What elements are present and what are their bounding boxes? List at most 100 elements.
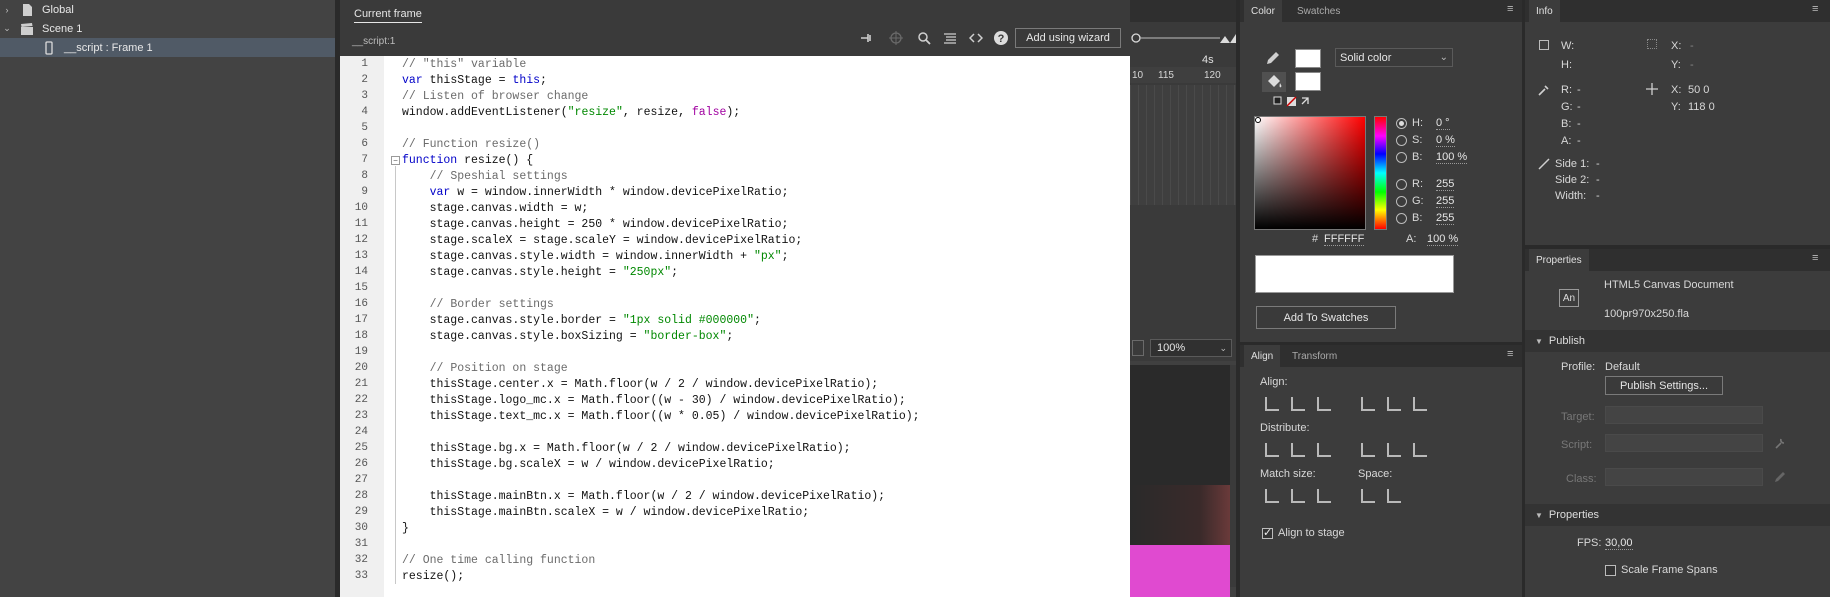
code-line[interactable]: thisStage.bg.x = Math.floor(w / 2 / wind… [402,442,851,455]
chevron-down-icon[interactable]: ⌄ [1219,343,1227,354]
registration-point-icon[interactable] [1539,40,1549,50]
align-bottom-icon[interactable] [1410,395,1428,411]
saturation-brightness-picker[interactable] [1254,116,1366,230]
match-width-icon[interactable] [1262,487,1280,503]
publish-settings-button[interactable]: Publish Settings... [1605,376,1723,395]
hsb-radio[interactable] [1396,118,1407,129]
tab-info[interactable]: Info [1529,0,1560,22]
distribute-center-v-icon[interactable] [1288,441,1306,457]
align-top-icon[interactable] [1358,395,1376,411]
hsb-value[interactable]: 100 % [1436,151,1468,164]
distribute-bottom-icon[interactable] [1314,441,1332,457]
space-horizontal-icon[interactable] [1384,487,1402,503]
code-line[interactable]: thisStage.mainBtn.scaleX = w / window.de… [402,506,810,519]
hsb-radio[interactable] [1396,135,1407,146]
hsb-radio[interactable] [1396,152,1407,163]
collapse-arrow-icon[interactable]: ▼ [1535,511,1543,520]
publish-section-header[interactable]: ▼ Publish [1525,330,1830,352]
code-line[interactable]: // Function resize() [402,138,540,151]
hsb-value[interactable]: 0 ° [1436,117,1450,130]
space-vertical-icon[interactable] [1358,487,1376,503]
code-line[interactable]: thisStage.logo_mc.x = Math.floor((w - 30… [402,394,906,407]
code-editor[interactable]: 1 2 3 4 5 6 7 8 9 10 11 12 13 14 15 16 17 18 19 20 21 22 23 24 2… [340,56,1130,597]
code-line[interactable]: stage.canvas.style.border = "1px solid #… [402,314,761,327]
code-line[interactable]: thisStage.center.x = Math.floor(w / 2 / … [402,378,879,391]
fill-color-swatch[interactable] [1295,72,1321,91]
stage-option-icon[interactable] [1132,340,1144,356]
add-to-swatches-button[interactable]: Add To Swatches [1256,306,1396,329]
target-dropdown[interactable] [1605,406,1763,424]
panel-divider[interactable] [335,0,340,597]
tab-swatches[interactable]: Swatches [1290,0,1347,22]
hsb-value[interactable]: 0 % [1436,134,1455,147]
distribute-center-h-icon[interactable] [1384,441,1402,457]
distribute-top-icon[interactable] [1262,441,1280,457]
code-line[interactable]: stage.scaleX = stage.scaleY = window.dev… [402,234,803,247]
code-line[interactable]: // One time calling function [402,554,595,567]
code-line[interactable]: var thisStage = this; [402,74,547,87]
format-code-icon[interactable] [941,29,959,47]
code-line[interactable]: var w = window.innerWidth * window.devic… [402,186,789,199]
tab-transform[interactable]: Transform [1285,345,1344,367]
code-line[interactable]: thisStage.text_mc.x = Math.floor((w * 0.… [402,410,920,423]
code-line[interactable]: stage.canvas.width = w; [402,202,589,215]
code-line[interactable]: stage.canvas.style.width = window.innerW… [402,250,789,263]
tab-align[interactable]: Align [1244,345,1281,367]
code-line[interactable]: stage.canvas.style.height = "250px"; [402,266,678,279]
code-line[interactable]: } [402,522,409,535]
alpha-value[interactable]: 100 % [1427,233,1459,246]
rgb-value[interactable]: 255 [1436,212,1455,225]
code-line[interactable]: thisStage.mainBtn.x = Math.floor(w / 2 /… [402,490,886,503]
transform-point-icon[interactable] [1647,39,1657,49]
rgb-radio[interactable] [1396,213,1407,224]
picker-cursor[interactable] [1255,117,1261,123]
panel-divider[interactable] [1236,0,1240,597]
help-icon[interactable]: ? [992,29,1010,47]
code-line[interactable]: stage.canvas.height = 250 * window.devic… [402,218,789,231]
timeline-zoom-control[interactable] [1130,27,1240,49]
tab-current-frame[interactable]: Current frame [354,8,422,23]
stroke-pencil-icon[interactable] [1264,49,1282,67]
align-right-icon[interactable] [1314,395,1332,411]
script-dropdown[interactable] [1605,434,1763,452]
zoom-dropdown[interactable]: 100% ⌄ [1150,339,1232,357]
hue-slider[interactable] [1374,116,1387,230]
code-line[interactable]: // Speshial settings [402,170,568,183]
code-line[interactable]: function resize() { [402,154,533,167]
code-snippets-icon[interactable] [967,29,985,47]
rgb-radio[interactable] [1396,179,1407,190]
panel-menu-icon[interactable]: ≡ [1812,253,1824,264]
rgb-value[interactable]: 255 [1436,195,1455,208]
code-line[interactable]: // Position on stage [402,362,568,375]
fill-bucket-icon[interactable] [1262,72,1286,92]
tree-item-global[interactable]: › Global [0,0,335,19]
align-to-stage-checkbox[interactable] [1262,526,1273,539]
frame-grid[interactable] [1130,85,1240,205]
tab-color[interactable]: Color [1244,0,1282,22]
fps-value[interactable]: 30,00 [1605,537,1633,550]
class-field[interactable] [1605,468,1763,486]
code-line[interactable]: // "this" variable [402,58,526,71]
hex-value[interactable]: FFFFFF [1324,233,1365,246]
code-line[interactable]: resize(); [402,570,464,583]
fill-type-dropdown[interactable]: Solid color ⌄ [1335,48,1453,67]
stroke-color-swatch[interactable] [1295,49,1321,68]
expand-arrow-icon[interactable]: › [0,5,14,15]
edit-pencil-icon[interactable] [1773,470,1787,484]
tab-properties[interactable]: Properties [1529,249,1589,271]
match-height-icon[interactable] [1288,487,1306,503]
code-line[interactable]: thisStage.bg.scaleX = w / window.deviceP… [402,458,775,471]
align-middle-icon[interactable] [1384,395,1402,411]
code-line[interactable]: // Border settings [402,298,554,311]
stage-canvas-preview[interactable] [1130,545,1230,597]
distribute-left-icon[interactable] [1358,441,1376,457]
target-icon[interactable] [887,29,905,47]
scale-frame-spans-checkbox[interactable] [1605,565,1616,576]
panel-menu-icon[interactable]: ≡ [1507,4,1519,15]
fold-toggle-icon[interactable]: − [391,156,400,165]
properties-section-header[interactable]: ▼ Properties [1525,504,1830,526]
align-left-icon[interactable] [1262,395,1280,411]
panel-divider[interactable] [1522,0,1525,597]
panel-divider[interactable] [1240,342,1525,345]
frame-ruler[interactable]: 10 115 120 [1130,67,1240,83]
